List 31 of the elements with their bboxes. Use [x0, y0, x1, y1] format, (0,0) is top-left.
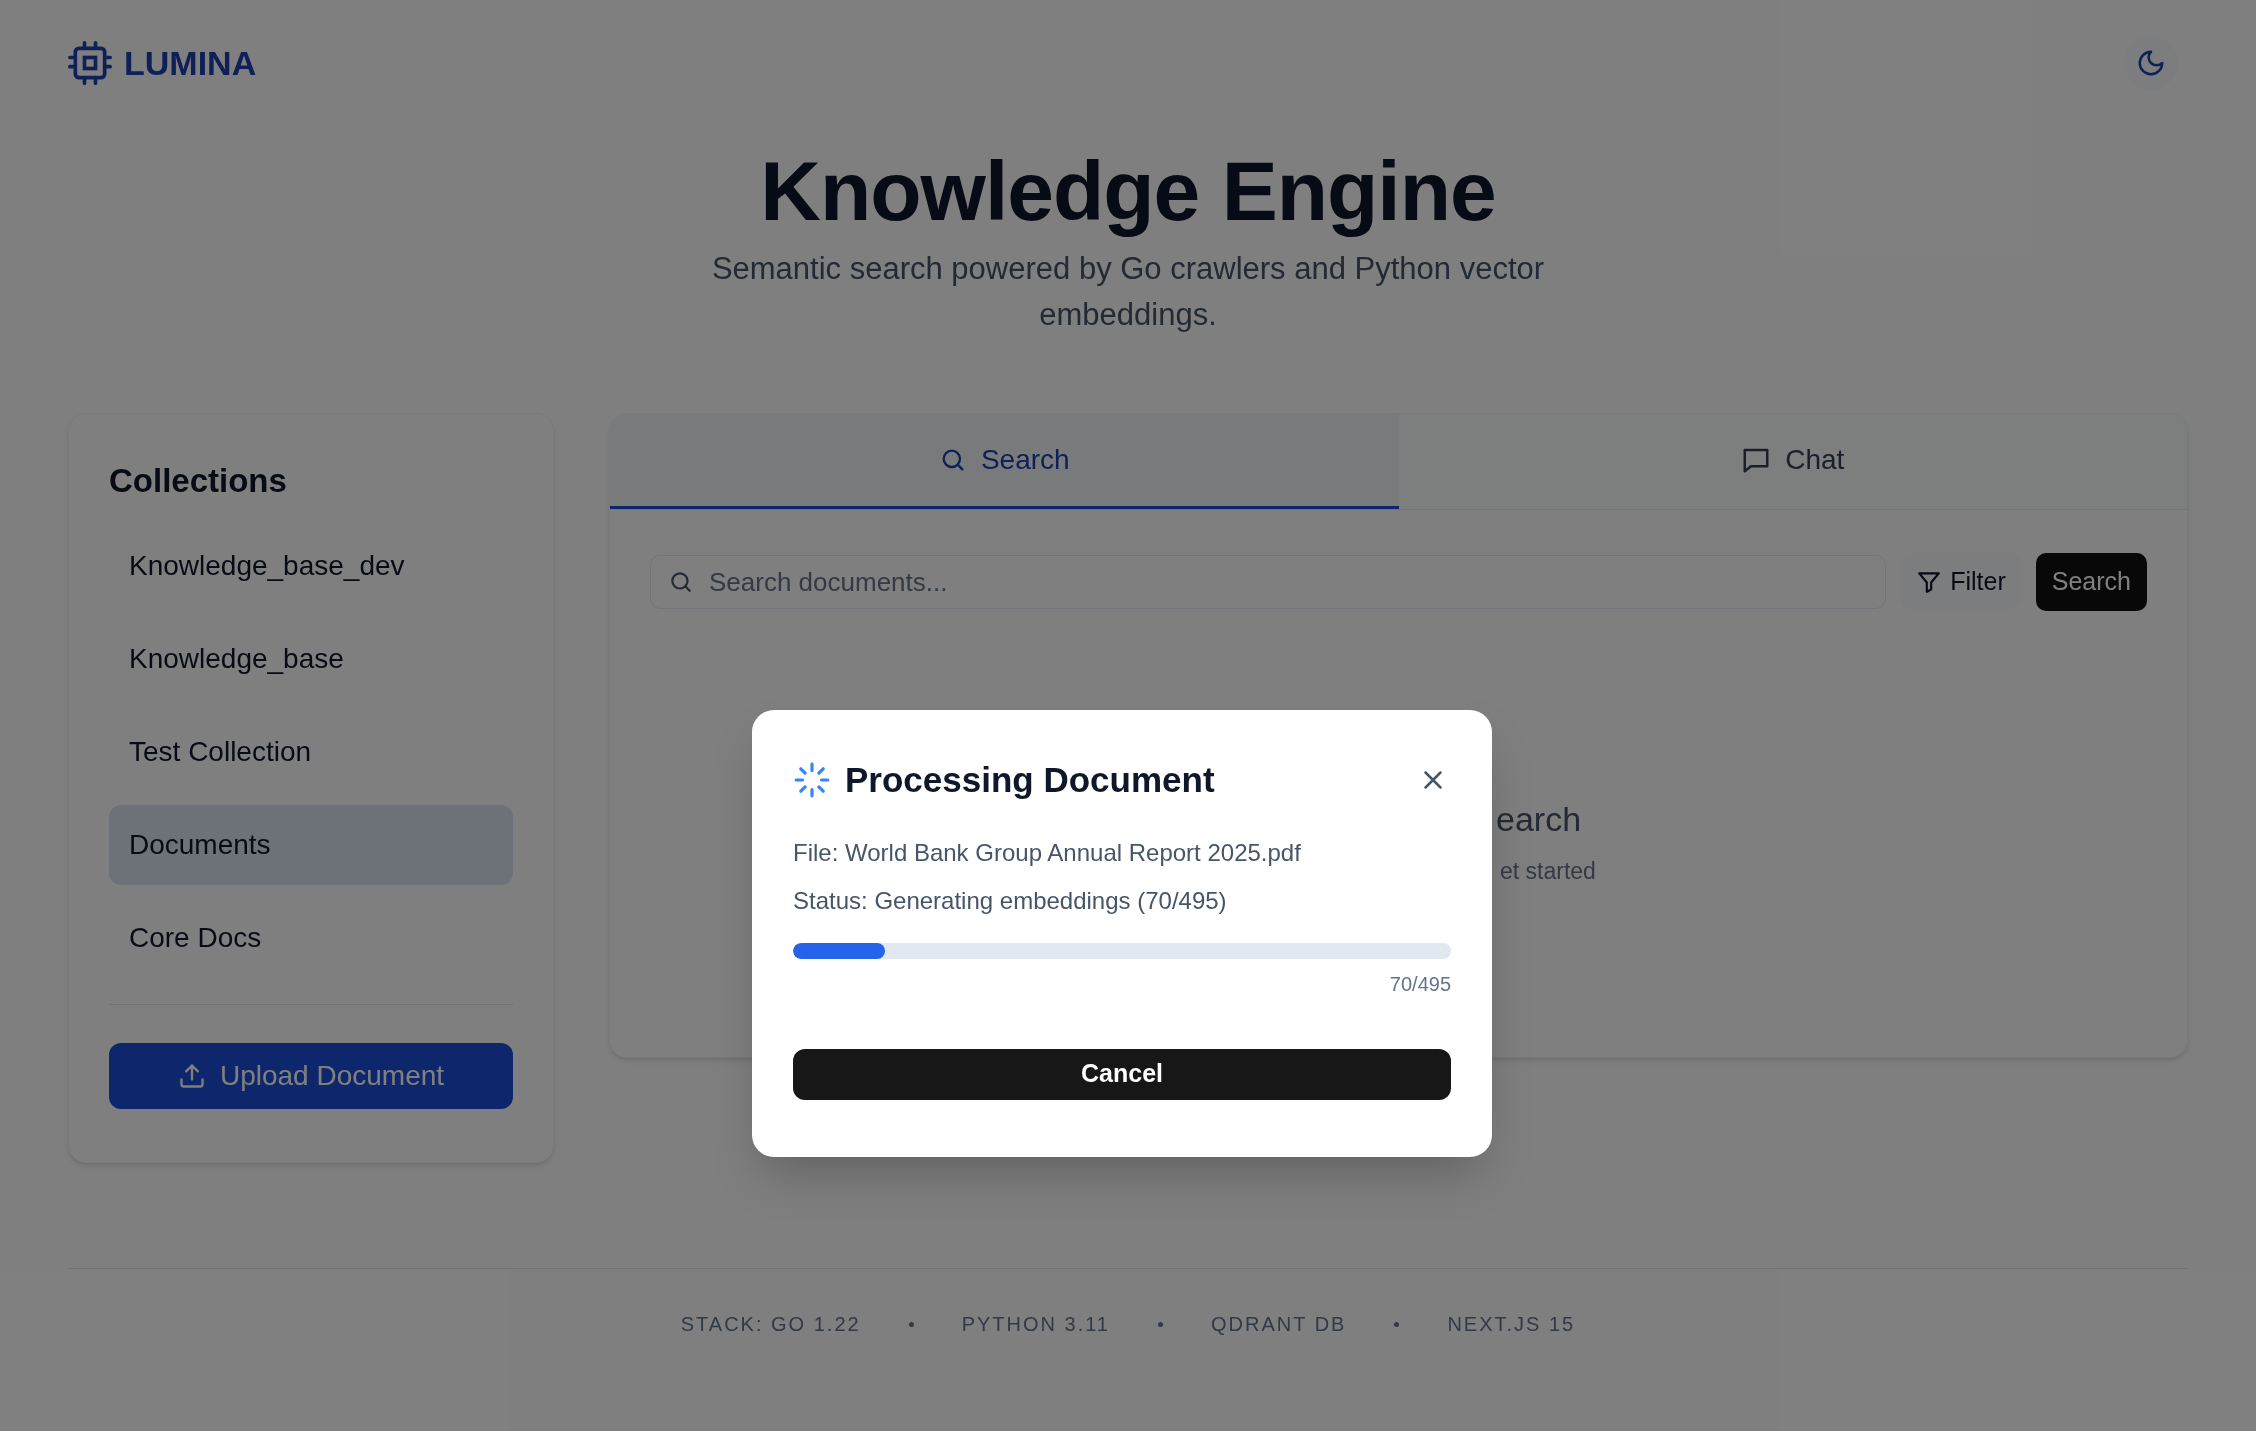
tech-stack-label: PYTHON 3.11 [961, 1312, 1110, 1337]
collection-item[interactable]: Knowledge_base [109, 618, 513, 699]
progress-reading: 70/495 [1389, 971, 1451, 997]
collection-item[interactable]: Documents [109, 804, 513, 885]
collection-item[interactable]: Test Collection [109, 711, 513, 792]
upload-document-button[interactable]: Upload Document [109, 1042, 513, 1109]
empty-state-hint: et started [1500, 857, 1596, 886]
collection-item[interactable]: Knowledge_base_dev [109, 525, 513, 606]
chip-logo-icon [68, 41, 112, 85]
empty-state-title: earch [1496, 799, 1582, 840]
spinner-icon [793, 761, 831, 800]
collections-title: Collections [109, 461, 288, 501]
tab[interactable]: Search [610, 414, 1399, 509]
cancel-button[interactable]: Cancel [793, 1048, 1451, 1100]
collection-item[interactable]: Core Docs [109, 897, 513, 978]
tech-stack-label: NEXT.JS 15 [1447, 1312, 1576, 1337]
search-field[interactable]: Search documents... [650, 555, 1887, 609]
status-text: Status: Generating embeddings (70/495) [793, 885, 1228, 916]
moon-icon [2136, 48, 2166, 78]
file-name-text: File: World Bank Group Annual Report 2025.pdf [793, 837, 1302, 868]
logo-text: LUMINA [124, 42, 257, 84]
search-button[interactable]: Search [2035, 553, 2147, 611]
tab[interactable]: Chat [1398, 414, 2187, 509]
tech-stack-label: QDRANT DB [1211, 1312, 1347, 1337]
tech-stack-label: STACK: GO 1.22 [680, 1312, 861, 1337]
page-subtitle: Semantic search powered by Go crawlers and Python vector embeddings. [710, 250, 1546, 334]
search-icon [668, 569, 694, 595]
page-title: Knowledge Engine [760, 146, 1496, 236]
filter-icon [1916, 569, 1943, 595]
dialog-title: Processing Document [845, 759, 1215, 801]
upload-icon [177, 1061, 206, 1090]
